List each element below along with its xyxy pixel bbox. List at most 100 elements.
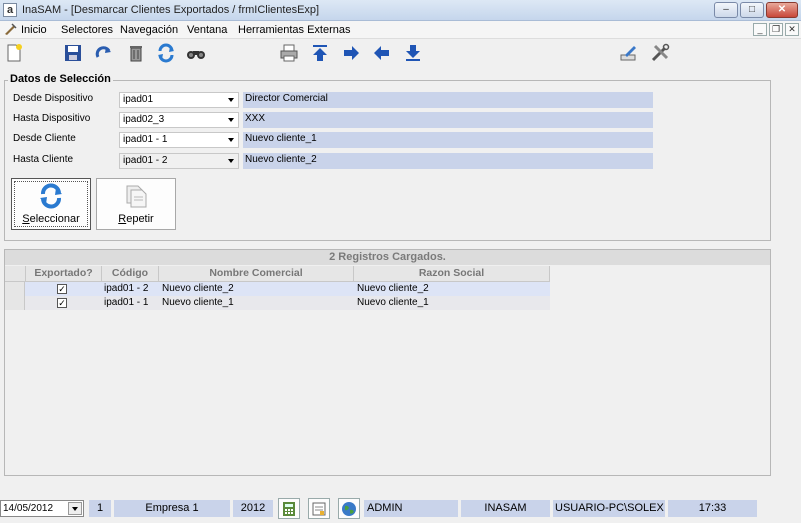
save-icon (65, 45, 81, 61)
last-button[interactable] (401, 41, 425, 65)
mdi-minimize-button[interactable]: _ (753, 23, 767, 36)
cell-codigo: ipad01 - 2 (104, 283, 149, 294)
settings-button[interactable] (617, 41, 641, 65)
hasta-dispositivo-description: XXX (243, 112, 653, 128)
exportado-checkbox[interactable]: ✓ (57, 284, 67, 294)
close-button[interactable]: ✕ (766, 2, 798, 18)
next-button[interactable] (339, 41, 363, 65)
menu-bar: Inicio Selectores Navegación Ventana Her… (0, 21, 801, 39)
desde-dispositivo-label: Desde Dispositivo (13, 93, 94, 104)
desde-cliente-description: Nuevo cliente_1 (243, 132, 653, 148)
delete-button[interactable] (124, 41, 148, 65)
arrow-down-last-icon (406, 45, 420, 61)
menu-navegacion[interactable]: Navegación (120, 24, 178, 36)
cell-razon: Nuevo cliente_1 (357, 297, 429, 308)
menu-inicio[interactable]: Inicio (21, 24, 47, 36)
column-exportado[interactable]: Exportado? (26, 266, 102, 282)
desde-cliente-label: Desde Cliente (13, 133, 76, 144)
mdi-child-icon[interactable] (3, 23, 17, 36)
redo-icon (95, 46, 111, 58)
menu-herramientas-externas[interactable]: Herramientas Externas (238, 24, 351, 36)
maximize-button[interactable]: □ (740, 2, 764, 18)
grid-row-header (5, 266, 26, 282)
redo-button[interactable] (92, 41, 116, 65)
cell-nombre: Nuevo cliente_1 (162, 297, 234, 308)
tools-button[interactable] (648, 41, 672, 65)
cell-codigo: ipad01 - 1 (104, 297, 149, 308)
status-database: INASAM (461, 500, 550, 517)
seleccionar-button[interactable]: Seleccionar (11, 178, 91, 230)
desde-cliente-combo[interactable]: ipad01 - 1 (119, 132, 239, 148)
minimize-button[interactable]: – (714, 2, 738, 18)
search-button[interactable] (184, 41, 208, 65)
selection-legend: Datos de Selección (8, 73, 113, 85)
mdi-restore-button[interactable]: ❐ (769, 23, 783, 36)
column-razon-social[interactable]: Razon Social (354, 266, 550, 282)
desde-dispositivo-description: Director Comercial (243, 92, 653, 108)
hasta-dispositivo-label: Hasta Dispositivo (13, 113, 91, 124)
arrow-up-first-icon (313, 45, 327, 61)
status-year: 2012 (233, 500, 273, 517)
binoculars-icon (187, 51, 205, 59)
grid-caption: 2 Registros Cargados. (5, 250, 770, 265)
calculator-button[interactable] (278, 498, 300, 519)
hasta-cliente-label: Hasta Cliente (13, 154, 74, 165)
chevron-down-icon[interactable] (224, 113, 238, 127)
chevron-down-icon[interactable] (224, 93, 238, 107)
desde-dispositivo-combo[interactable]: ipad01 (119, 92, 239, 108)
status-bar: 14/05/2012 1 Empresa 1 2012 ADMIN INASAM… (0, 496, 801, 523)
date-value: 14/05/2012 (3, 503, 54, 514)
status-user: ADMIN (364, 500, 458, 517)
title-bar: a InaSAM - [Desmarcar Clientes Exportado… (0, 0, 801, 21)
previous-button[interactable] (370, 41, 394, 65)
hasta-cliente-combo[interactable]: ipad01 - 2 (119, 153, 239, 169)
calculator-icon (283, 501, 295, 516)
combo-value: ipad01 - 2 (123, 155, 168, 166)
combo-value: ipad01 (123, 94, 154, 105)
date-picker[interactable]: 14/05/2012 (0, 500, 84, 517)
arrow-right-icon (344, 46, 359, 60)
hasta-dispositivo-combo[interactable]: ipad02_3 (119, 112, 239, 128)
records-grid[interactable]: 2 Registros Cargados. Exportado? Código … (4, 249, 771, 476)
cell-nombre: Nuevo cliente_2 (162, 283, 234, 294)
chevron-down-icon[interactable] (224, 154, 238, 168)
settings-icon (620, 46, 636, 61)
refresh-icon (40, 183, 62, 209)
new-document-icon (7, 44, 22, 62)
status-company: Empresa 1 (114, 500, 230, 517)
seleccionar-label: Seleccionar (22, 213, 80, 225)
window-title: InaSAM - [Desmarcar Clientes Exportados … (22, 4, 320, 16)
toolbar (0, 39, 801, 69)
status-number: 1 (89, 500, 111, 517)
combo-value: ipad02_3 (123, 114, 165, 125)
app-icon: a (3, 3, 17, 17)
table-row[interactable]: ✓ ipad01 - 1 Nuevo cliente_1 Nuevo clien… (5, 296, 550, 310)
chevron-down-icon[interactable] (224, 133, 238, 147)
notes-button[interactable] (308, 498, 330, 519)
column-nombre-comercial[interactable]: Nombre Comercial (159, 266, 354, 282)
internet-button[interactable] (338, 498, 360, 519)
menu-ventana[interactable]: Ventana (187, 24, 227, 36)
print-button[interactable] (277, 41, 301, 65)
column-codigo[interactable]: Código (102, 266, 159, 282)
menu-selectores[interactable]: Selectores (61, 24, 113, 36)
table-row[interactable]: ✓ ipad01 - 2 Nuevo cliente_2 Nuevo clien… (5, 282, 550, 296)
tools-icon (651, 43, 670, 62)
row-indicator[interactable] (5, 296, 25, 310)
save-button[interactable] (61, 41, 85, 65)
notepad-icon (312, 502, 326, 515)
mdi-close-button[interactable]: ✕ (785, 23, 799, 36)
refresh-button[interactable] (154, 41, 178, 65)
repetir-button[interactable]: Repetir (96, 178, 176, 230)
first-button[interactable] (308, 41, 332, 65)
delete-icon (130, 46, 142, 62)
chevron-down-icon[interactable] (68, 502, 82, 515)
new-button[interactable] (2, 41, 26, 65)
exportado-checkbox[interactable]: ✓ (57, 298, 67, 308)
copy-pages-icon (126, 185, 147, 208)
row-indicator[interactable] (5, 282, 25, 296)
combo-value: ipad01 - 1 (123, 134, 168, 145)
globe-icon (342, 501, 356, 516)
cell-razon: Nuevo cliente_2 (357, 283, 429, 294)
status-time: 17:33 (668, 500, 757, 517)
